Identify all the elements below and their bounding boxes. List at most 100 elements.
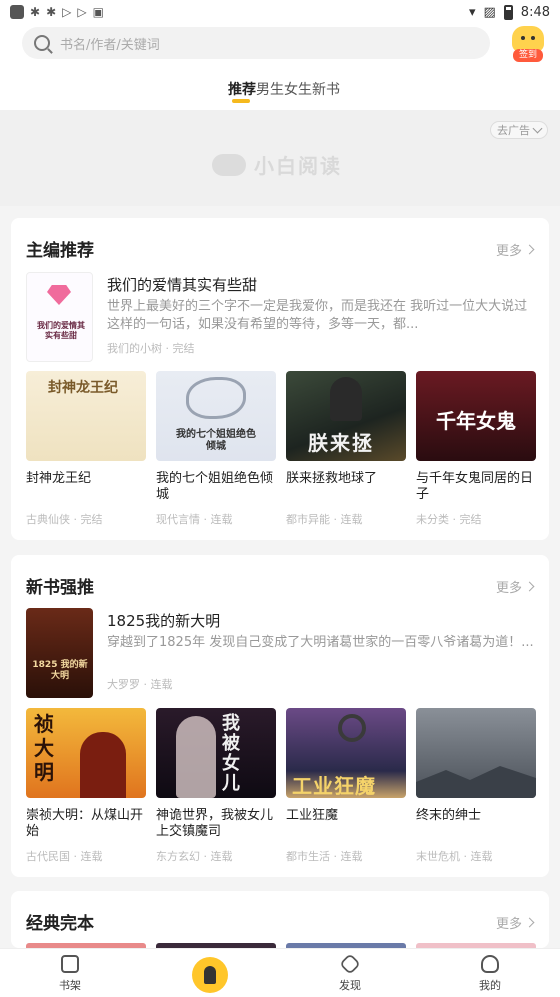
chevron-right-icon	[524, 581, 535, 592]
book-description: 穿越到了1825年 发现自己变成了大明诸葛世家的一百零八爷诸葛为道！...	[107, 635, 534, 650]
nav-label: 书架	[59, 979, 81, 992]
book-title: 1825我的新大明	[107, 612, 221, 630]
more-label: 更多	[495, 917, 522, 932]
book-card[interactable]: 朕来拯 朕来拯救地球了 都市异能 · 连载	[286, 371, 406, 527]
cover-title: 封神龙王纪	[48, 380, 118, 396]
book-cover: 工业狂魔	[286, 708, 406, 798]
book-cover: 朕来拯	[286, 371, 406, 461]
search-icon	[34, 35, 50, 51]
cover-title: 千年女鬼	[436, 409, 516, 433]
center-action-button[interactable]	[192, 957, 228, 993]
nav-label: 我的	[479, 979, 501, 992]
clock: 8:48	[520, 4, 550, 20]
book-card[interactable]: 我被女儿 神诡世界，我被女儿上交镇魔司 东方玄幻 · 连载	[156, 708, 276, 864]
book-meta: 大罗罗 · 连载	[107, 678, 173, 691]
book-title: 终末的绅士	[416, 808, 482, 823]
book-card[interactable]: 我的七个姐姐绝色倾城 我的七个姐姐绝色倾城 现代言情 · 连载	[156, 371, 276, 527]
gear-icon	[338, 714, 366, 742]
bookshelf-icon	[61, 955, 79, 973]
signin-button[interactable]: 签到	[510, 26, 546, 62]
book-grid: 祯大明 崇祯大明：从煤山开始 古代民国 · 连载 我被女儿 神诡世界，我被女儿上…	[26, 708, 536, 864]
book-card[interactable]: 工业狂魔 工业狂魔 都市生活 · 连载	[286, 708, 406, 864]
tab-indicator	[232, 99, 250, 103]
chevron-right-icon	[524, 917, 535, 928]
tab-new[interactable]: 新书	[312, 79, 340, 99]
remove-ad-button[interactable]: 去广告	[490, 121, 548, 139]
tab-female[interactable]: 女生	[284, 79, 312, 99]
category-tabs: 推荐 男生 女生 新书	[228, 79, 340, 99]
battery-icon	[503, 4, 513, 20]
book-title: 朕来拯救地球了	[286, 471, 378, 486]
book-meta: 我们的小树 · 完结	[107, 342, 195, 355]
section-title: 新书强推	[26, 578, 94, 598]
book-description: 世界上最美好的三个字不一定是我爱你，而是我还在 我听过一位大大说过这样的一句话，…	[107, 299, 528, 332]
discover-icon	[339, 953, 361, 975]
cover-title: 朕来拯	[308, 431, 374, 455]
play-store-icon: ▷	[77, 5, 87, 19]
book-title: 崇祯大明：从煤山开始	[26, 808, 144, 839]
notification-icons: ✱ ✱ ▷ ▷ ▣	[10, 5, 104, 19]
book-meta: 古代民国 · 连载	[26, 850, 103, 863]
wifi-icon: ▾	[468, 4, 476, 20]
book-meta: 现代言情 · 连载	[156, 513, 233, 526]
cover-title: 工业狂魔	[292, 774, 376, 798]
profile-icon	[481, 955, 499, 973]
nav-label: 发现	[339, 979, 361, 992]
app-notification-icon	[10, 5, 24, 19]
book-card[interactable]: 封神龙王纪 封神龙王纪 古典仙侠 · 完结	[26, 371, 146, 527]
book-cover: 1825 我的新大明	[26, 608, 93, 698]
book-cover: 祯大明	[26, 708, 146, 798]
more-button[interactable]: 更多	[495, 577, 535, 596]
book-title: 封神龙王纪	[26, 471, 92, 486]
chevron-right-icon	[524, 244, 535, 255]
section-new-books: 新书强推 更多 1825 我的新大明 1825我的新大明 穿越到了1825年 发…	[11, 555, 549, 877]
landscape-illustration	[416, 766, 536, 798]
book-title: 我们的爱情其实有些甜	[107, 276, 258, 294]
featured-book[interactable]: 我们的爱情其实有些甜 我们的爱情其实有些甜 世界上最美好的三个字不一定是我爱你，…	[26, 272, 538, 362]
book-cover	[416, 708, 536, 798]
book-title: 神诡世界，我被女儿上交镇魔司	[156, 808, 274, 839]
nav-discover[interactable]: 发现	[280, 949, 420, 997]
book-card[interactable]: 终末的绅士 末世危机 · 连载	[416, 708, 536, 864]
book-meta: 东方玄幻 · 连载	[156, 850, 233, 863]
nav-profile[interactable]: 我的	[420, 949, 560, 997]
book-meta: 未分类 · 完结	[416, 513, 482, 526]
ad-banner: 去广告 小白阅读	[0, 110, 560, 206]
section-title: 经典完本	[26, 914, 94, 934]
book-card[interactable]: 千年女鬼 与千年女鬼同居的日子 未分类 · 完结	[416, 371, 536, 527]
tab-recommend[interactable]: 推荐	[228, 79, 256, 99]
book-title: 工业狂魔	[286, 808, 339, 823]
nav-bookshelf[interactable]: 书架	[0, 949, 140, 997]
cover-title: 祯大明	[34, 712, 54, 784]
more-button[interactable]: 更多	[495, 913, 535, 932]
logo-icon	[212, 153, 246, 176]
featured-book[interactable]: 1825 我的新大明 1825我的新大明 穿越到了1825年 发现自己变成了大明…	[26, 608, 538, 698]
diamond-icon	[47, 285, 71, 305]
section-title: 主编推荐	[26, 241, 94, 261]
bug-icon: ✱	[30, 5, 41, 19]
more-label: 更多	[495, 581, 522, 596]
nav-center[interactable]	[140, 949, 280, 997]
book-cover: 我们的爱情其实有些甜	[26, 272, 93, 362]
a-badge-icon: ▣	[92, 5, 104, 19]
top-bar: 书名/作者/关键词 签到 推荐 男生 女生 新书	[0, 24, 560, 110]
book-title: 我的七个姐姐绝色倾城	[156, 471, 274, 502]
character-illustration	[176, 716, 216, 798]
figure-illustration	[330, 377, 362, 421]
warrior-illustration	[80, 732, 126, 798]
book-meta: 都市异能 · 连载	[286, 513, 363, 526]
search-box[interactable]: 书名/作者/关键词	[22, 27, 490, 59]
more-label: 更多	[495, 244, 522, 259]
book-card[interactable]: 祯大明 崇祯大明：从煤山开始 古代民国 · 连载	[26, 708, 146, 864]
book-cover: 千年女鬼	[416, 371, 536, 461]
book-meta: 都市生活 · 连载	[286, 850, 363, 863]
play-store-icon: ▷	[62, 5, 72, 19]
tab-male[interactable]: 男生	[256, 79, 284, 99]
rocket-icon	[204, 966, 216, 984]
app-logo-watermark: 小白阅读	[212, 150, 342, 179]
book-title: 与千年女鬼同居的日子	[416, 471, 534, 502]
bug-icon: ✱	[46, 5, 57, 19]
search-input[interactable]: 书名/作者/关键词	[60, 34, 160, 53]
more-button[interactable]: 更多	[495, 240, 535, 259]
remove-ad-label: 去广告	[497, 124, 530, 137]
